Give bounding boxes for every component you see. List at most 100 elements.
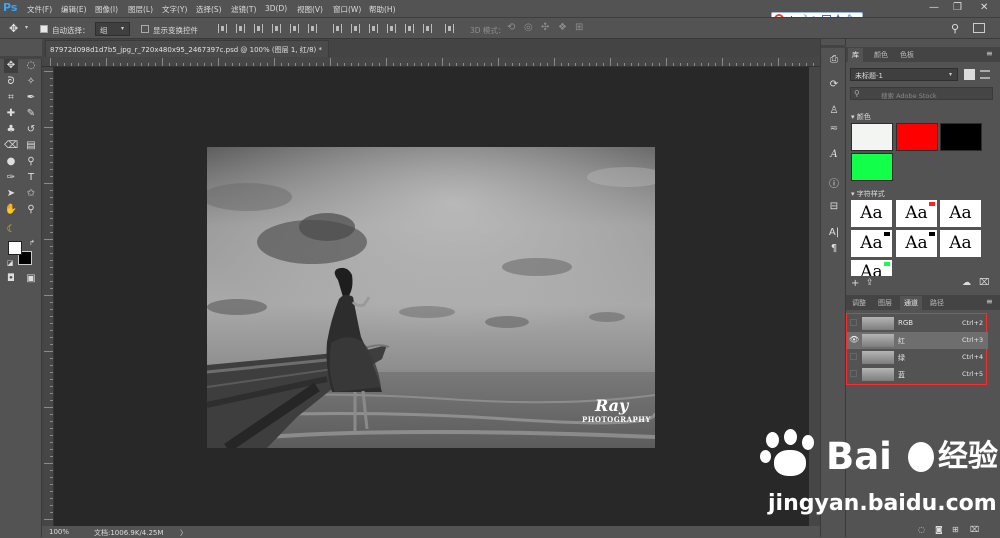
lasso-tool-icon[interactable]: ᘐ bbox=[4, 75, 18, 89]
distribute-left-icon[interactable] bbox=[387, 24, 396, 33]
upload-icon[interactable]: ⇪ bbox=[866, 278, 874, 288]
strip-grip[interactable] bbox=[821, 45, 847, 48]
tab-color[interactable]: 颜色 bbox=[870, 48, 892, 62]
zoom-level[interactable]: 100% bbox=[49, 528, 69, 536]
move-tool-icon[interactable]: ✥ bbox=[4, 59, 18, 73]
actions-panel-icon[interactable]: ⟳ bbox=[826, 79, 842, 93]
brush-tool-icon[interactable]: ✎ bbox=[24, 107, 38, 121]
tab-swatches[interactable]: 色板 bbox=[896, 48, 918, 62]
menu-image[interactable]: 图像(I) bbox=[95, 4, 118, 15]
magic-wand-tool-icon[interactable]: ✧ bbox=[24, 75, 38, 89]
move-tool-icon[interactable]: ✥ bbox=[9, 22, 18, 35]
dropdown-arrow-icon[interactable]: ▾ bbox=[25, 24, 28, 31]
char-style-item[interactable]: Aa bbox=[851, 260, 892, 276]
hand-tool-icon[interactable]: ✋ bbox=[4, 203, 18, 217]
close-button[interactable]: ✕ bbox=[980, 2, 988, 13]
gradient-tool-icon[interactable]: ▤ bbox=[24, 139, 38, 153]
default-colors-icon[interactable]: ◪ bbox=[3, 256, 17, 270]
creative-cloud-icon[interactable]: ☁ bbox=[962, 278, 971, 288]
blur-tool-icon[interactable]: ● bbox=[4, 155, 18, 169]
menu-select[interactable]: 选择(S) bbox=[196, 4, 222, 15]
document-image[interactable]: Ray PHOTOGRAPHY bbox=[207, 147, 655, 448]
panel-menu-icon[interactable]: ≡ bbox=[986, 297, 993, 306]
distribute-hcenter-icon[interactable] bbox=[405, 24, 414, 33]
char-style-item[interactable]: Aa bbox=[940, 230, 981, 257]
healing-brush-tool-icon[interactable]: ✚ bbox=[4, 107, 18, 121]
auto-align-icon[interactable] bbox=[445, 24, 454, 33]
list-view-icon[interactable] bbox=[980, 70, 990, 79]
visibility-toggle[interactable] bbox=[850, 370, 857, 377]
grid-view-icon[interactable] bbox=[964, 69, 975, 80]
stock-search-input[interactable]: ⚲ 搜索 Adobe Stock bbox=[850, 87, 993, 100]
menu-filter[interactable]: 滤镜(T) bbox=[231, 4, 256, 15]
paragraph-panel-icon[interactable]: ¶ bbox=[826, 243, 842, 257]
eyedropper-tool-icon[interactable]: ✒ bbox=[24, 91, 38, 105]
align-vcenter-icon[interactable] bbox=[236, 24, 245, 33]
marquee-tool-icon[interactable]: ◌ bbox=[24, 59, 38, 73]
library-color-swatch[interactable] bbox=[940, 123, 982, 151]
delete-icon[interactable]: ⌧ bbox=[979, 278, 989, 288]
eraser-tool-icon[interactable]: ⌫ bbox=[4, 139, 18, 153]
tab-adjustments[interactable]: 调整 bbox=[848, 296, 870, 310]
align-bottom-icon[interactable] bbox=[254, 24, 263, 33]
char-style-item[interactable]: Aa bbox=[851, 230, 892, 257]
brush-settings-icon[interactable]: ♙ bbox=[826, 105, 842, 119]
char-style-item[interactable]: Aa bbox=[940, 200, 981, 227]
library-select[interactable]: 未标题-1 ▾ bbox=[850, 68, 958, 81]
drag3d-icon[interactable]: ✣ bbox=[541, 22, 549, 33]
char-style-item[interactable]: Aa bbox=[896, 230, 937, 257]
info-panel-icon[interactable]: ⓘ bbox=[826, 175, 842, 190]
menu-help[interactable]: 帮助(H) bbox=[369, 4, 396, 15]
distribute-right-icon[interactable] bbox=[423, 24, 432, 33]
menu-type[interactable]: 文字(Y) bbox=[162, 4, 187, 15]
load-selection-icon[interactable]: ◌ bbox=[918, 525, 925, 534]
distribute-bottom-icon[interactable] bbox=[369, 24, 378, 33]
library-color-swatch[interactable] bbox=[851, 153, 893, 181]
menu-view[interactable]: 视图(V) bbox=[297, 4, 323, 15]
new-channel-icon[interactable]: ⊞ bbox=[952, 525, 959, 534]
scale3d-icon[interactable]: ⊞ bbox=[575, 22, 583, 33]
menu-3d[interactable]: 3D(D) bbox=[265, 4, 287, 13]
tab-paths[interactable]: 路径 bbox=[926, 296, 948, 310]
minimize-button[interactable]: — bbox=[929, 2, 939, 13]
menu-file[interactable]: 文件(F) bbox=[27, 4, 52, 15]
auto-select-dropdown[interactable]: 组 ▾ bbox=[95, 22, 130, 36]
path-selection-tool-icon[interactable]: ➤ bbox=[4, 187, 18, 201]
crop-tool-icon[interactable]: ⌗ bbox=[4, 91, 18, 105]
tab-libraries[interactable]: 库 bbox=[848, 48, 863, 62]
roll3d-icon[interactable]: ◎ bbox=[524, 22, 533, 33]
screen-mode-icon[interactable]: ▣ bbox=[24, 272, 38, 286]
visibility-toggle[interactable] bbox=[850, 353, 857, 360]
library-color-swatch[interactable] bbox=[851, 123, 893, 151]
menu-window[interactable]: 窗口(W) bbox=[333, 4, 361, 15]
document-tab[interactable]: 87972d098d1d7b5_jpg_r_720x480x95_2467397… bbox=[45, 40, 329, 57]
distribute-top-icon[interactable] bbox=[333, 24, 342, 33]
workspace-icon[interactable] bbox=[973, 23, 985, 33]
distribute-vcenter-icon[interactable] bbox=[351, 24, 360, 33]
library-color-swatch[interactable] bbox=[896, 123, 938, 151]
channel-row-red[interactable]: 👁 红 Ctrl+3 bbox=[847, 332, 988, 349]
auto-select-checkbox[interactable] bbox=[40, 25, 48, 33]
history-panel-icon[interactable]: ⎙ bbox=[826, 54, 842, 68]
delete-channel-icon[interactable]: ⌧ bbox=[970, 525, 979, 534]
search-icon[interactable]: ⚲ bbox=[951, 22, 959, 35]
tab-layers[interactable]: 图层 bbox=[874, 296, 896, 310]
menu-edit[interactable]: 编辑(E) bbox=[61, 4, 87, 15]
save-selection-icon[interactable]: ◙ bbox=[935, 525, 943, 534]
history-brush-tool-icon[interactable]: ↺ bbox=[24, 123, 38, 137]
add-icon[interactable]: + bbox=[851, 278, 859, 289]
show-transform-checkbox[interactable] bbox=[141, 25, 149, 33]
channel-row-green[interactable]: 绿 Ctrl+4 bbox=[847, 349, 988, 366]
character-panel-icon[interactable]: A| bbox=[826, 227, 842, 241]
char-style-item[interactable]: Aa bbox=[896, 200, 937, 227]
properties-panel-icon[interactable]: ⊟ bbox=[826, 201, 842, 215]
eye-icon[interactable]: 👁 bbox=[849, 335, 859, 344]
restore-button[interactable]: ❐ bbox=[953, 2, 962, 13]
char-styles-header[interactable]: ▾ 字符样式 bbox=[851, 189, 885, 199]
type-tool-icon[interactable]: T bbox=[24, 171, 38, 185]
glyph-panel-icon[interactable]: A bbox=[826, 149, 842, 163]
clone-stamp-tool-icon[interactable]: ♣ bbox=[4, 123, 18, 137]
slide3d-icon[interactable]: ❖ bbox=[558, 22, 567, 33]
quick-mask-icon[interactable]: ◘ bbox=[4, 272, 18, 286]
zoom-tool-icon[interactable]: ⚲ bbox=[24, 203, 38, 217]
